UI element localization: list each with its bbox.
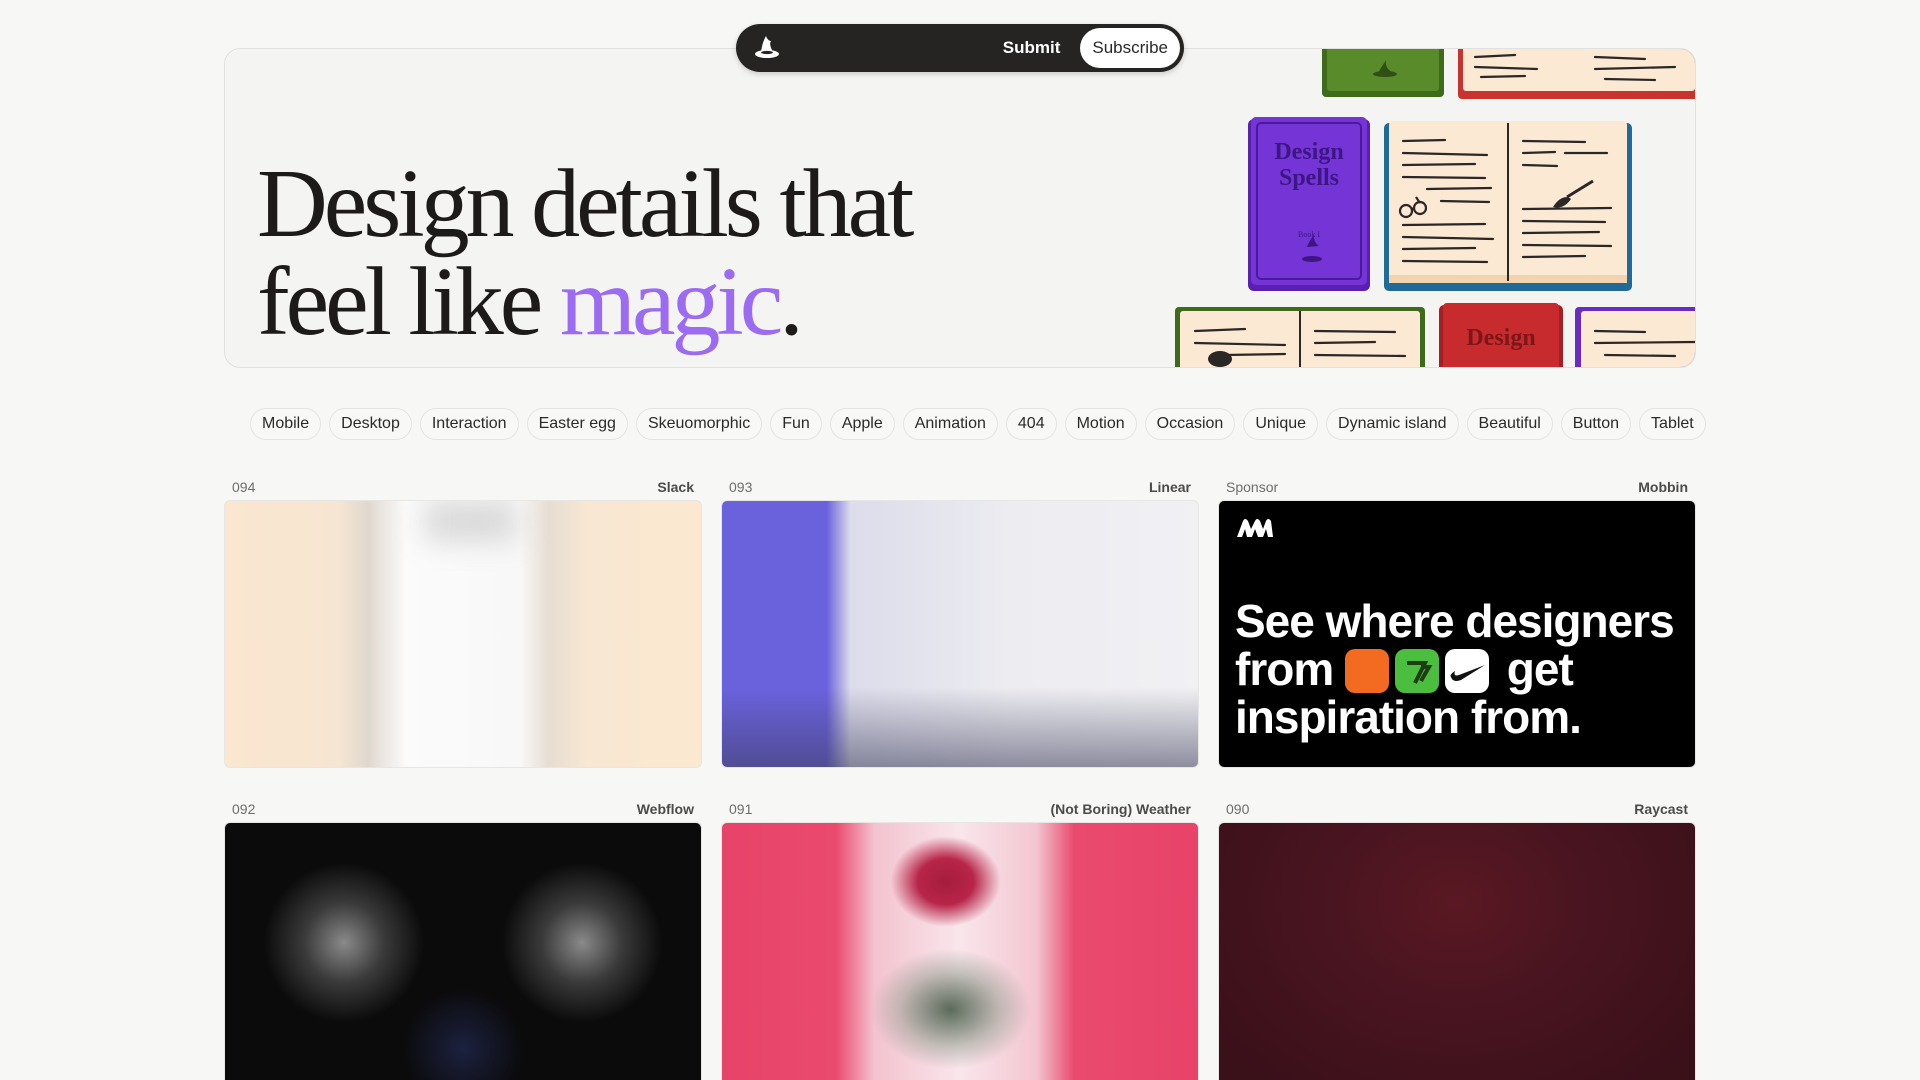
card-meta: 091 (Not Boring) Weather — [721, 796, 1199, 822]
sponsor-line2-suffix: get — [1506, 643, 1574, 695]
spellbooks-illustration: Design Spells Book I Design — [1175, 49, 1695, 367]
card-thumbnail[interactable] — [721, 500, 1199, 768]
tag-animation[interactable]: Animation — [902, 408, 998, 440]
hero-title-line2: feel like magic. — [257, 253, 910, 351]
card-number: 093 — [729, 479, 753, 495]
card-meta: 092 Webflow — [224, 796, 702, 822]
tag-easter-egg[interactable]: Easter egg — [526, 408, 628, 440]
hero-title: Design details that feel like magic. — [257, 150, 914, 351]
card-thumbnail[interactable] — [224, 822, 702, 1080]
sponsor-ad[interactable]: See where designers from get inspiration… — [1218, 500, 1696, 768]
tag-unique[interactable]: Unique — [1243, 408, 1319, 440]
book-title-line2: Spells — [1279, 165, 1339, 191]
card-thumbnail[interactable] — [224, 500, 702, 768]
tag-desktop[interactable]: Desktop — [329, 408, 412, 440]
sponsor-line1: See where designers — [1235, 595, 1675, 647]
card-number: 090 — [1226, 801, 1250, 817]
card-sponsor: Sponsor Mobbin See where designers from … — [1218, 474, 1696, 768]
sponsor-line3: inspiration from. — [1235, 691, 1582, 743]
card-brand[interactable]: Mobbin — [1638, 479, 1688, 495]
card-number: 091 — [729, 801, 753, 817]
card-brand[interactable]: Linear — [1149, 479, 1191, 495]
tag-filter-bar: Mobile Desktop Interaction Easter egg Sk… — [250, 408, 1706, 440]
nike-logo-icon — [1445, 649, 1490, 693]
top-nav: Submit Subscribe — [736, 24, 1184, 72]
hero-banner: Design details that feel like magic. Des… — [224, 48, 1696, 368]
app-logo-green-icon — [1395, 649, 1440, 693]
card-093: 093 Linear — [721, 474, 1199, 768]
card-meta: 093 Linear — [721, 474, 1199, 500]
card-number: 092 — [232, 801, 256, 817]
hero-title-accent: magic — [559, 248, 783, 356]
hero-title-prefix: feel like — [257, 248, 560, 356]
card-brand[interactable]: Raycast — [1634, 801, 1688, 817]
tag-tablet[interactable]: Tablet — [1639, 408, 1706, 440]
tag-button[interactable]: Button — [1560, 408, 1632, 440]
card-091: 091 (Not Boring) Weather — [721, 796, 1199, 1080]
mobbin-logo-icon — [1237, 519, 1273, 537]
tag-apple[interactable]: Apple — [829, 408, 895, 440]
card-094: 094 Slack — [224, 474, 702, 768]
witch-hat-logo-icon[interactable] — [750, 31, 784, 65]
card-092: 092 Webflow — [224, 796, 702, 1080]
sponsor-line2: from get — [1235, 645, 1674, 693]
submit-link[interactable]: Submit — [1003, 38, 1061, 58]
hero-title-line1: Design details that — [257, 150, 914, 258]
card-number: 094 — [232, 479, 256, 495]
tag-beautiful[interactable]: Beautiful — [1466, 408, 1553, 440]
hero-title-suffix: . — [779, 248, 803, 356]
tag-fun[interactable]: Fun — [770, 408, 822, 440]
card-label: Sponsor — [1226, 479, 1279, 495]
card-meta: Sponsor Mobbin — [1218, 474, 1696, 500]
tag-interaction[interactable]: Interaction — [419, 408, 519, 440]
tag-motion[interactable]: Motion — [1064, 408, 1137, 440]
book-subtitle: Book I — [1298, 230, 1320, 239]
sponsor-line2-prefix: from — [1235, 643, 1334, 695]
tag-mobile[interactable]: Mobile — [250, 408, 322, 440]
card-brand[interactable]: (Not Boring) Weather — [1050, 801, 1191, 817]
card-thumbnail[interactable] — [1218, 822, 1696, 1080]
card-meta: 094 Slack — [224, 474, 702, 500]
app-logo-orange-icon — [1345, 649, 1390, 693]
sponsor-headline: See where designers from get inspiration… — [1235, 595, 1675, 743]
card-090: 090 Raycast — [1218, 796, 1696, 1080]
card-brand[interactable]: Slack — [657, 479, 694, 495]
tag-occasion[interactable]: Occasion — [1144, 408, 1236, 440]
subscribe-button[interactable]: Subscribe — [1080, 28, 1180, 68]
card-meta: 090 Raycast — [1218, 796, 1696, 822]
red-book-title: Design — [1466, 325, 1535, 351]
tag-404[interactable]: 404 — [1005, 408, 1057, 440]
card-brand[interactable]: Webflow — [637, 801, 694, 817]
tag-skeuomorphic[interactable]: Skeuomorphic — [635, 408, 763, 440]
book-title-line1: Design — [1274, 139, 1343, 165]
tag-dynamic-island[interactable]: Dynamic island — [1326, 408, 1459, 440]
card-thumbnail[interactable] — [721, 822, 1199, 1080]
